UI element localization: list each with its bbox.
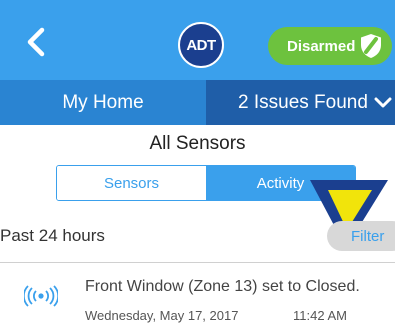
event-date: Wednesday, May 17, 2017 [85, 308, 239, 323]
chevron-left-icon [27, 27, 45, 57]
event-title: Front Window (Zone 13) set to Closed. [85, 278, 360, 295]
filter-button[interactable]: Filter [327, 221, 395, 251]
chevron-down-icon [374, 97, 392, 107]
tab-activity[interactable]: Activity [206, 166, 355, 200]
brand-logo: ADT [178, 22, 224, 68]
app-header: ADT Disarmed [0, 0, 395, 80]
issues-dropdown[interactable]: 2 Issues Found [206, 80, 395, 125]
my-home-tab[interactable]: My Home [0, 80, 206, 125]
shield-icon [361, 34, 381, 58]
issues-label: 2 Issues Found [238, 91, 368, 113]
event-time: 11:42 AM [293, 308, 347, 323]
tab-sensors[interactable]: Sensors [57, 166, 206, 200]
back-button[interactable] [22, 22, 52, 62]
nav-row: My Home 2 Issues Found [0, 80, 395, 125]
status-label: Disarmed [287, 37, 356, 55]
view-segmented-control: Sensors Activity [56, 165, 356, 201]
time-range-label: Past 24 hours [0, 226, 105, 245]
activity-list-item[interactable]: Front Window (Zone 13) set to Closed. We… [0, 263, 395, 334]
sensor-signal-icon [24, 285, 58, 307]
system-status-button[interactable]: Disarmed [268, 27, 392, 65]
page-title: All Sensors [149, 133, 246, 154]
